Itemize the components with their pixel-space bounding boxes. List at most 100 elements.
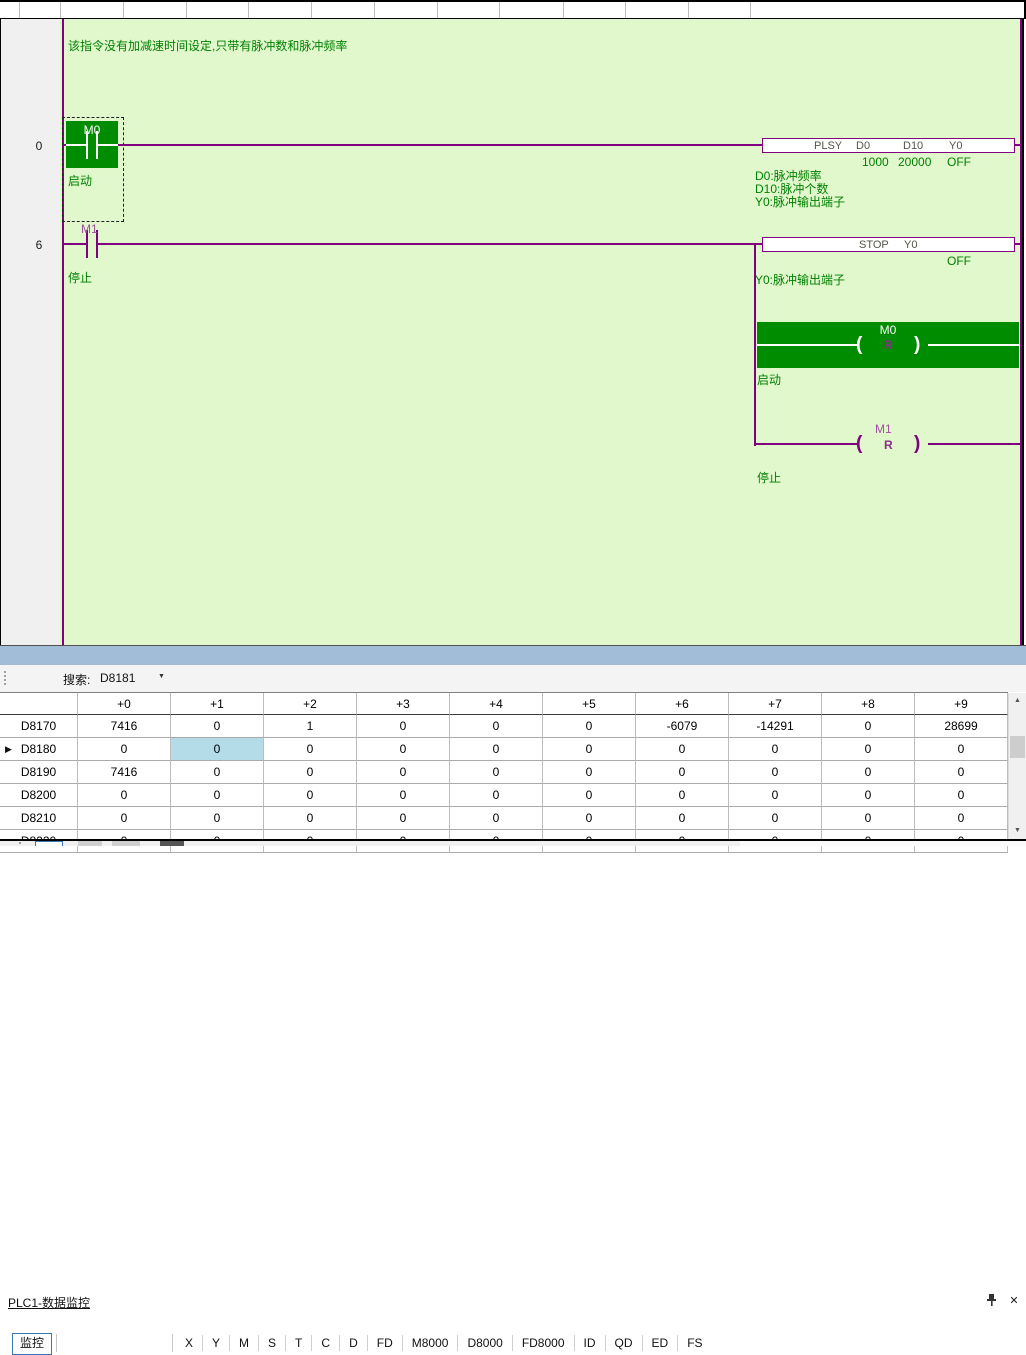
table-cell[interactable]: 0 bbox=[78, 784, 171, 807]
monitor-toggle-button[interactable]: 监控 bbox=[12, 1333, 52, 1355]
table-cell[interactable]: 0 bbox=[543, 715, 636, 738]
coil-reset-m0[interactable]: M0 ( ) R bbox=[757, 322, 1019, 368]
column-header-plus5[interactable]: +5 bbox=[543, 693, 636, 715]
device-tab-c[interactable]: C bbox=[312, 1334, 339, 1352]
plsy-instruction-box[interactable]: PLSY D0 D10 Y0 bbox=[762, 138, 1015, 153]
table-cell[interactable]: 0 bbox=[357, 807, 450, 830]
row-header-d8190[interactable]: D8190 bbox=[0, 761, 78, 784]
table-cell[interactable]: 0 bbox=[915, 738, 1008, 761]
table-cell[interactable]: 0 bbox=[822, 761, 915, 784]
table-cell[interactable]: 0 bbox=[264, 761, 357, 784]
search-combobox[interactable]: D8181 ▼ bbox=[96, 668, 170, 688]
table-cell[interactable]: 0 bbox=[915, 807, 1008, 830]
table-cell[interactable]: 0 bbox=[636, 807, 729, 830]
pin-icon[interactable] bbox=[983, 1294, 999, 1309]
table-cell[interactable]: -14291 bbox=[729, 715, 822, 738]
device-tab-fd8000[interactable]: FD8000 bbox=[513, 1334, 574, 1352]
table-cell[interactable]: 0 bbox=[450, 715, 543, 738]
corner-header-cell[interactable] bbox=[0, 693, 78, 715]
table-cell[interactable]: 0 bbox=[915, 784, 1008, 807]
table-cell[interactable]: 0 bbox=[636, 761, 729, 784]
device-tab-fd[interactable]: FD bbox=[368, 1334, 402, 1352]
scroll-down-icon[interactable]: ▼ bbox=[1009, 823, 1026, 839]
table-cell[interactable]: 0 bbox=[729, 738, 822, 761]
column-header-plus6[interactable]: +6 bbox=[636, 693, 729, 715]
device-tab-ed[interactable]: ED bbox=[643, 1334, 678, 1352]
chevron-down-icon[interactable]: ▼ bbox=[158, 673, 165, 680]
table-cell[interactable]: 0 bbox=[171, 715, 264, 738]
column-header-plus7[interactable]: +7 bbox=[729, 693, 822, 715]
clipped-button[interactable] bbox=[35, 841, 63, 846]
coil-m1-symbol[interactable]: R bbox=[884, 438, 893, 452]
table-cell[interactable]: 0 bbox=[357, 738, 450, 761]
column-header-plus3[interactable]: +3 bbox=[357, 693, 450, 715]
column-header-plus2[interactable]: +2 bbox=[264, 693, 357, 715]
table-cell[interactable]: 0 bbox=[450, 738, 543, 761]
table-cell[interactable]: 0 bbox=[729, 784, 822, 807]
scrollbar-thumb[interactable] bbox=[1010, 736, 1025, 758]
table-cell[interactable]: 0 bbox=[543, 784, 636, 807]
table-cell[interactable]: 0 bbox=[822, 784, 915, 807]
row-header-d8200[interactable]: D8200 bbox=[0, 784, 78, 807]
plsy-monitor-value-2: 20000 bbox=[898, 155, 931, 169]
table-cell[interactable]: 0 bbox=[171, 761, 264, 784]
grid-separator bbox=[499, 2, 500, 18]
column-header-plus8[interactable]: +8 bbox=[822, 693, 915, 715]
table-cell[interactable]: 0 bbox=[264, 738, 357, 761]
device-tab-m8000[interactable]: M8000 bbox=[403, 1334, 458, 1352]
device-tab-qd[interactable]: QD bbox=[606, 1334, 642, 1352]
table-cell[interactable]: 0 bbox=[264, 807, 357, 830]
device-tab-s[interactable]: S bbox=[259, 1334, 285, 1352]
table-cell[interactable]: 0 bbox=[915, 761, 1008, 784]
table-vertical-scrollbar[interactable]: ▲ ▼ bbox=[1008, 693, 1026, 839]
device-tab-id[interactable]: ID bbox=[575, 1334, 605, 1352]
table-cell[interactable]: 0 bbox=[171, 738, 264, 761]
column-header-plus4[interactable]: +4 bbox=[450, 693, 543, 715]
table-cell[interactable]: 0 bbox=[171, 807, 264, 830]
table-cell[interactable]: 0 bbox=[543, 761, 636, 784]
close-icon[interactable]: ✕ bbox=[1006, 1294, 1022, 1309]
stop-instruction-box[interactable]: STOP Y0 bbox=[762, 237, 1015, 252]
device-tab-fs[interactable]: FS bbox=[678, 1334, 711, 1352]
column-header-plus9[interactable]: +9 bbox=[915, 693, 1008, 715]
table-cell[interactable]: 0 bbox=[357, 784, 450, 807]
table-cell[interactable]: 0 bbox=[450, 807, 543, 830]
row-header-d8210[interactable]: D8210 bbox=[0, 807, 78, 830]
table-cell[interactable]: 0 bbox=[543, 738, 636, 761]
device-tab-d8000[interactable]: D8000 bbox=[458, 1334, 511, 1352]
table-cell[interactable]: 0 bbox=[636, 784, 729, 807]
table-cell[interactable]: 7416 bbox=[78, 715, 171, 738]
table-cell[interactable]: 0 bbox=[357, 761, 450, 784]
column-header-plus0[interactable]: +0 bbox=[78, 693, 171, 715]
table-cell[interactable]: 0 bbox=[822, 715, 915, 738]
device-tab-y[interactable]: Y bbox=[203, 1334, 229, 1352]
table-cell[interactable]: 0 bbox=[357, 715, 450, 738]
table-cell[interactable]: 1 bbox=[264, 715, 357, 738]
table-cell[interactable]: -6079 bbox=[636, 715, 729, 738]
table-cell[interactable]: 7416 bbox=[78, 761, 171, 784]
table-cell[interactable]: 0 bbox=[78, 738, 171, 761]
row-header-d8170[interactable]: D8170 bbox=[0, 715, 78, 738]
column-header-plus1[interactable]: +1 bbox=[171, 693, 264, 715]
table-cell[interactable]: 0 bbox=[822, 738, 915, 761]
data-monitor-titlebar[interactable]: PLC1-数据监控 ✕ bbox=[0, 646, 1026, 665]
device-tab-d[interactable]: D bbox=[340, 1334, 367, 1352]
table-cell[interactable]: 28699 bbox=[915, 715, 1008, 738]
row-header-d8180[interactable]: D8180▶ bbox=[0, 738, 78, 761]
table-cell[interactable]: 0 bbox=[450, 784, 543, 807]
table-cell[interactable]: 0 bbox=[729, 761, 822, 784]
table-cell[interactable]: 0 bbox=[636, 738, 729, 761]
toolbar-grip[interactable] bbox=[3, 670, 7, 686]
grid-separator bbox=[19, 2, 20, 18]
table-cell[interactable]: 0 bbox=[729, 807, 822, 830]
scroll-up-icon[interactable]: ▲ bbox=[1009, 693, 1026, 709]
table-cell[interactable]: 0 bbox=[822, 807, 915, 830]
table-cell[interactable]: 0 bbox=[171, 784, 264, 807]
table-cell[interactable]: 0 bbox=[78, 807, 171, 830]
table-cell[interactable]: 0 bbox=[264, 784, 357, 807]
device-tab-m[interactable]: M bbox=[230, 1334, 258, 1352]
device-tab-x[interactable]: X bbox=[176, 1334, 202, 1352]
table-cell[interactable]: 0 bbox=[450, 761, 543, 784]
device-tab-t[interactable]: T bbox=[286, 1334, 311, 1352]
table-cell[interactable]: 0 bbox=[543, 807, 636, 830]
